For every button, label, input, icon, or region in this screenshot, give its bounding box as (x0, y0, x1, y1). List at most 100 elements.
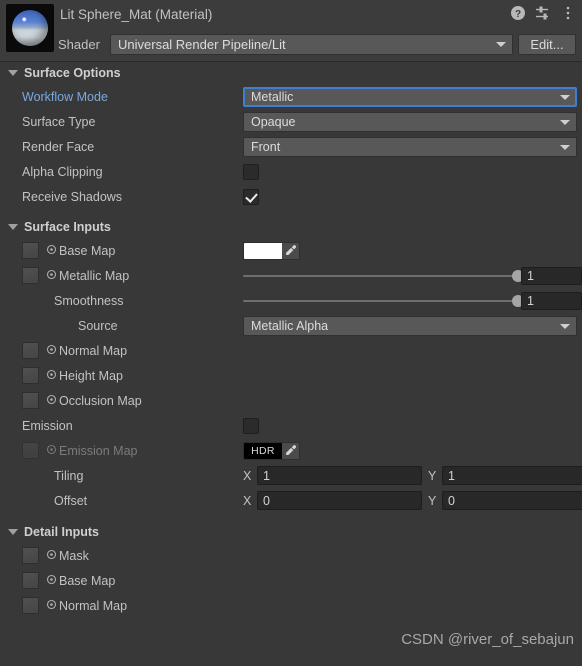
detail-base-map-texture-slot[interactable] (22, 572, 39, 589)
target-icon[interactable] (46, 394, 57, 408)
alpha-clipping-checkbox[interactable] (243, 163, 259, 180)
workflow-mode-value: Metallic (251, 89, 294, 104)
receive-shadows-checkbox[interactable] (243, 188, 259, 205)
chevron-down-icon (560, 94, 570, 100)
normal-map-label: Normal Map (59, 343, 128, 358)
tiling-y-input[interactable]: 1 (442, 466, 582, 485)
height-map-label-group: Height Map (0, 367, 240, 384)
header-icon-group: ? (510, 5, 576, 21)
render-face-label: Render Face (22, 139, 95, 154)
base-map-texture-slot[interactable] (22, 242, 39, 259)
base-map-color-swatch[interactable] (244, 242, 282, 259)
shader-dropdown[interactable]: Universal Render Pipeline/Lit (110, 33, 513, 55)
emission-map-label-group: Emission Map (0, 442, 240, 459)
source-dropdown[interactable]: Metallic Alpha (243, 315, 577, 336)
emission-checkbox[interactable] (243, 417, 259, 434)
row-detail-base-map: Base Map (0, 568, 582, 593)
height-map-label: Height Map (59, 368, 123, 383)
detail-mask-label-group: Mask (0, 547, 240, 564)
receive-shadows-field (243, 188, 577, 205)
offset-fields: X 0 Y 0 (243, 491, 582, 510)
normal-map-texture-slot[interactable] (22, 342, 39, 359)
normal-map-label-group: Normal Map (0, 342, 240, 359)
svg-text:?: ? (515, 9, 521, 20)
shader-row: Shader Universal Render Pipeline/Lit Edi… (0, 31, 582, 57)
detail-base-map-label: Base Map (59, 573, 116, 588)
receive-shadows-label: Receive Shadows (22, 189, 123, 204)
smoothness-slider[interactable] (243, 291, 524, 311)
metallic-map-label-group: Metallic Map (0, 267, 240, 284)
help-icon[interactable]: ? (510, 5, 526, 21)
more-menu-icon[interactable] (560, 5, 576, 21)
source-label: Source (78, 318, 118, 333)
row-emission-map: Emission Map HDR (0, 438, 582, 463)
chevron-down-icon (8, 529, 18, 535)
chevron-down-icon (496, 42, 506, 47)
row-occlusion-map: Occlusion Map (0, 388, 582, 413)
row-emission: Emission (0, 413, 582, 438)
row-metallic-map: Metallic Map 1 (0, 263, 582, 288)
eyedropper-icon[interactable] (282, 444, 299, 457)
emission-map-texture-slot[interactable] (22, 442, 39, 459)
render-face-dropdown[interactable]: Front (243, 136, 577, 157)
shader-label: Shader (58, 36, 100, 52)
foldout-detail-inputs[interactable]: Detail Inputs (0, 521, 582, 543)
surface-type-dropdown[interactable]: Opaque (243, 111, 577, 132)
target-icon[interactable] (46, 549, 57, 563)
foldout-surface-inputs[interactable]: Surface Inputs (0, 216, 582, 238)
eyedropper-icon[interactable] (282, 244, 299, 257)
smoothness-value-input[interactable]: 1 (521, 291, 582, 310)
offset-y-axis-label: Y (428, 493, 437, 508)
emission-label: Emission (22, 418, 73, 433)
detail-normal-map-texture-slot[interactable] (22, 597, 39, 614)
workflow-mode-dropdown[interactable]: Metallic (243, 86, 577, 107)
row-receive-shadows: Receive Shadows (0, 184, 582, 209)
occlusion-map-texture-slot[interactable] (22, 392, 39, 409)
row-height-map: Height Map (0, 363, 582, 388)
material-header: Lit Sphere_Mat (Material) ? Shader Unive… (0, 0, 582, 62)
metallic-map-texture-slot[interactable] (22, 267, 39, 284)
metallic-map-slider[interactable] (243, 266, 524, 286)
watermark: CSDN @river_of_sebajun (401, 631, 574, 648)
offset-y-input[interactable]: 0 (442, 491, 582, 510)
height-map-texture-slot[interactable] (22, 367, 39, 384)
row-render-face: Render Face Front (0, 134, 582, 159)
row-source: Source Metallic Alpha (0, 313, 582, 338)
slider-track (243, 269, 524, 282)
workflow-mode-label: Workflow Mode (22, 89, 108, 104)
detail-mask-texture-slot[interactable] (22, 547, 39, 564)
target-icon[interactable] (46, 244, 57, 258)
shader-dropdown-value: Universal Render Pipeline/Lit (118, 36, 286, 52)
emission-map-label: Emission Map (59, 443, 138, 458)
row-detail-mask: Mask (0, 543, 582, 568)
base-map-label-group: Base Map (0, 242, 240, 259)
foldout-surface-options[interactable]: Surface Options (0, 62, 582, 84)
target-icon[interactable] (46, 269, 57, 283)
base-map-label: Base Map (59, 243, 116, 258)
target-icon[interactable] (46, 444, 57, 458)
foldout-surface-options-label: Surface Options (24, 66, 121, 80)
target-icon[interactable] (46, 574, 57, 588)
preset-icon[interactable] (535, 5, 551, 21)
tiling-label: Tiling (54, 468, 84, 483)
row-normal-map: Normal Map (0, 338, 582, 363)
base-map-color-field[interactable] (243, 241, 300, 260)
metallic-map-value-input[interactable]: 1 (521, 266, 582, 285)
offset-x-input[interactable]: 0 (257, 491, 422, 510)
chevron-down-icon (8, 224, 18, 230)
target-icon[interactable] (46, 344, 57, 358)
emission-hdr-badge: HDR (244, 442, 282, 459)
detail-base-map-label-group: Base Map (0, 572, 240, 589)
workflow-mode-field: Metallic (243, 86, 577, 107)
row-workflow-mode: Workflow Mode Metallic (0, 84, 582, 109)
detail-mask-label: Mask (59, 548, 89, 563)
target-icon[interactable] (46, 369, 57, 383)
emission-map-color-field[interactable]: HDR (243, 441, 300, 460)
occlusion-map-label-group: Occlusion Map (0, 392, 240, 409)
chevron-down-icon (560, 144, 570, 150)
target-icon[interactable] (46, 599, 57, 613)
edit-shader-button[interactable]: Edit... (518, 33, 576, 55)
chevron-down-icon (560, 119, 570, 125)
base-map-field (243, 241, 577, 260)
tiling-x-input[interactable]: 1 (257, 466, 422, 485)
